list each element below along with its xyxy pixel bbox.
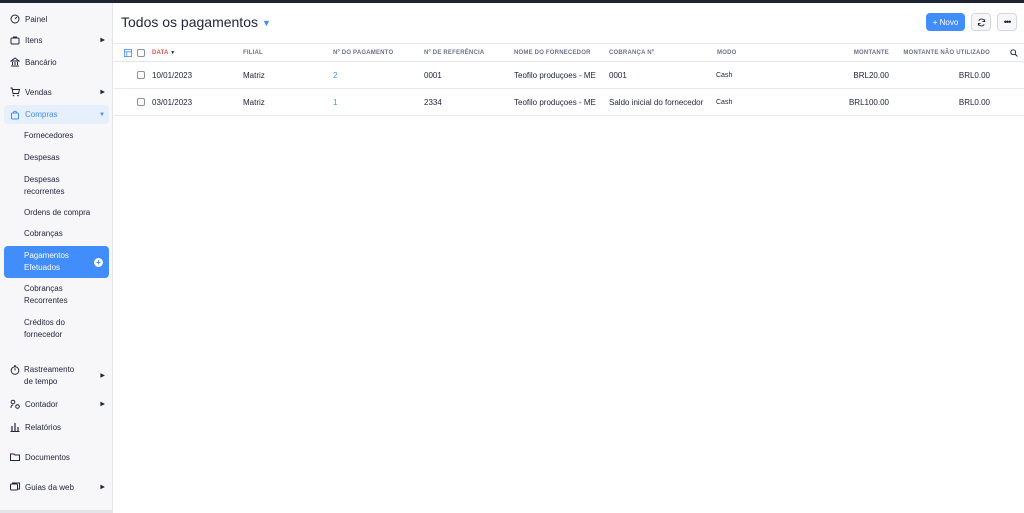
chevron-right-icon: ▶ bbox=[100, 401, 105, 408]
chevron-right-icon: ▶ bbox=[100, 484, 105, 491]
refresh-icon bbox=[977, 18, 985, 26]
sidebar-sub-ordens-de-compra[interactable]: Ordens de compra bbox=[24, 207, 108, 219]
shopping-bag-icon bbox=[10, 110, 20, 120]
window-top-border bbox=[0, 0, 1024, 3]
page-title-text: Todos os pagamentos bbox=[121, 14, 258, 30]
new-button[interactable]: + Novo bbox=[926, 13, 965, 31]
cell-modo: Cash bbox=[716, 72, 733, 79]
column-config-icon[interactable] bbox=[124, 49, 132, 59]
web-tabs-icon bbox=[10, 482, 20, 492]
sidebar-item-documentos[interactable]: Documentos bbox=[0, 451, 113, 463]
sidebar-sub-cobrancas-recorrentes[interactable]: Cobranças Recorrentes bbox=[24, 283, 84, 307]
cart-icon bbox=[10, 87, 20, 97]
cell-referencia: 0001 bbox=[424, 71, 442, 80]
row-checkbox[interactable] bbox=[137, 98, 145, 106]
sidebar-item-painel[interactable]: Painel bbox=[0, 13, 113, 25]
table-header: DATA ▼ FILIAL Nº DO PAGAMENTO Nº DE REFE… bbox=[114, 43, 1024, 62]
sidebar-item-vendas[interactable]: Vendas ▶ bbox=[0, 86, 113, 98]
sidebar: Painel Itens ▶ Bancário Vendas ▶ Compras… bbox=[0, 3, 113, 513]
bag-icon bbox=[10, 35, 20, 45]
sidebar-item-label: Compras bbox=[25, 110, 58, 119]
sidebar-sub-label: Pagamentos Efetuados bbox=[24, 251, 69, 272]
sidebar-item-label: Rastreamento de tempo bbox=[24, 365, 75, 386]
chevron-right-icon: ▶ bbox=[100, 37, 105, 44]
column-header-pagamento[interactable]: Nº DO PAGAMENTO bbox=[333, 50, 393, 56]
sort-desc-icon: ▼ bbox=[170, 50, 176, 56]
chevron-right-icon: ▶ bbox=[100, 373, 105, 379]
sidebar-item-label: Bancário bbox=[25, 57, 57, 67]
sidebar-item-label: Documentos bbox=[25, 452, 70, 462]
cell-data: 03/01/2023 bbox=[152, 98, 193, 107]
accountant-icon bbox=[10, 399, 20, 409]
sidebar-item-label: Itens bbox=[25, 35, 43, 45]
column-header-referencia[interactable]: Nº DE REFERÊNCIA bbox=[424, 50, 484, 56]
cell-fornecedor: Teofilo produçoes - ME bbox=[514, 98, 596, 107]
cell-modo: Cash bbox=[716, 99, 733, 106]
sidebar-item-label: Relatórios bbox=[25, 422, 62, 432]
more-options-button[interactable]: ••• bbox=[997, 13, 1017, 31]
sidebar-item-guias-da-web[interactable]: Guias da web ▶ bbox=[0, 481, 113, 493]
sidebar-sub-despesas-recorrentes[interactable]: Despesas recorrentes bbox=[24, 174, 84, 198]
sidebar-sub-despesas[interactable]: Despesas bbox=[24, 152, 108, 164]
column-header-modo[interactable]: MODO bbox=[717, 50, 736, 56]
column-header-fornecedor[interactable]: NOME DO FORNECEDOR bbox=[514, 50, 591, 56]
column-header-data[interactable]: DATA ▼ bbox=[152, 50, 175, 56]
bank-icon bbox=[10, 57, 20, 67]
sidebar-item-label: Painel bbox=[25, 14, 48, 24]
cell-montante: BRL100.00 bbox=[848, 98, 889, 107]
sidebar-item-label: Contador bbox=[25, 399, 58, 409]
cell-filial: Matriz bbox=[243, 98, 265, 107]
select-all-checkbox[interactable] bbox=[137, 49, 145, 57]
cell-fornecedor: Teofilo produçoes - ME bbox=[514, 71, 596, 80]
reports-icon bbox=[10, 422, 20, 432]
column-header-filial[interactable]: FILIAL bbox=[243, 50, 263, 56]
column-header-label: DATA bbox=[152, 50, 169, 56]
cell-pagamento-link[interactable]: 2 bbox=[333, 71, 337, 80]
sidebar-item-contador[interactable]: Contador ▶ bbox=[0, 398, 113, 410]
cell-filial: Matriz bbox=[243, 71, 265, 80]
sidebar-sub-creditos-do-fornecedor[interactable]: Créditos do fornecedor bbox=[24, 317, 79, 341]
chevron-right-icon: ▶ bbox=[100, 89, 105, 96]
sidebar-item-label: Vendas bbox=[25, 87, 52, 97]
column-header-cobranca[interactable]: COBRANÇA Nº bbox=[609, 50, 654, 56]
table-row[interactable]: 10/01/2023 Matriz 2 0001 Teofilo produço… bbox=[114, 62, 1024, 89]
sidebar-item-label: Guias da web bbox=[25, 482, 74, 492]
column-header-montante[interactable]: MONTANTE bbox=[854, 50, 889, 56]
cell-cobranca: Saldo inicial do fornecedor bbox=[609, 98, 704, 107]
cell-referencia: 2334 bbox=[424, 98, 442, 107]
refresh-button[interactable] bbox=[971, 13, 991, 31]
add-icon[interactable]: + bbox=[94, 258, 103, 267]
sidebar-item-itens[interactable]: Itens ▶ bbox=[0, 34, 113, 46]
cell-data: 10/01/2023 bbox=[152, 71, 193, 80]
chevron-down-icon: ▼ bbox=[99, 111, 105, 118]
folder-icon bbox=[10, 452, 20, 462]
cell-pagamento-link[interactable]: 1 bbox=[333, 98, 337, 107]
table-row[interactable]: 03/01/2023 Matriz 1 2334 Teofilo produço… bbox=[114, 89, 1024, 116]
cell-cobranca: 0001 bbox=[609, 71, 627, 80]
sidebar-sub-pagamentos-efetuados[interactable]: Pagamentos Efetuados + bbox=[4, 246, 109, 278]
sidebar-item-compras[interactable]: Compras ▼ bbox=[4, 105, 109, 124]
row-checkbox[interactable] bbox=[137, 71, 145, 79]
page-title[interactable]: Todos os pagamentos ▼ bbox=[121, 14, 271, 30]
sidebar-item-rastreamento-de-tempo[interactable]: Rastreamento de tempo ▶ bbox=[0, 364, 113, 388]
cell-nao-utilizado: BRL0.00 bbox=[958, 98, 990, 107]
sidebar-sub-cobrancas[interactable]: Cobranças bbox=[24, 228, 108, 240]
dashboard-icon bbox=[10, 14, 20, 24]
cell-nao-utilizado: BRL0.00 bbox=[958, 71, 990, 80]
sidebar-item-relatorios[interactable]: Relatórios bbox=[0, 421, 113, 433]
cell-montante: BRL20.00 bbox=[853, 71, 889, 80]
chevron-down-icon: ▼ bbox=[261, 18, 271, 28]
search-icon[interactable] bbox=[1010, 49, 1018, 59]
sidebar-sub-fornecedores[interactable]: Fornecedores bbox=[24, 130, 108, 142]
sidebar-item-bancario[interactable]: Bancário bbox=[0, 56, 113, 68]
column-header-montante-nao-utilizado[interactable]: MONTANTE NÃO UTILIZADO bbox=[903, 50, 990, 56]
